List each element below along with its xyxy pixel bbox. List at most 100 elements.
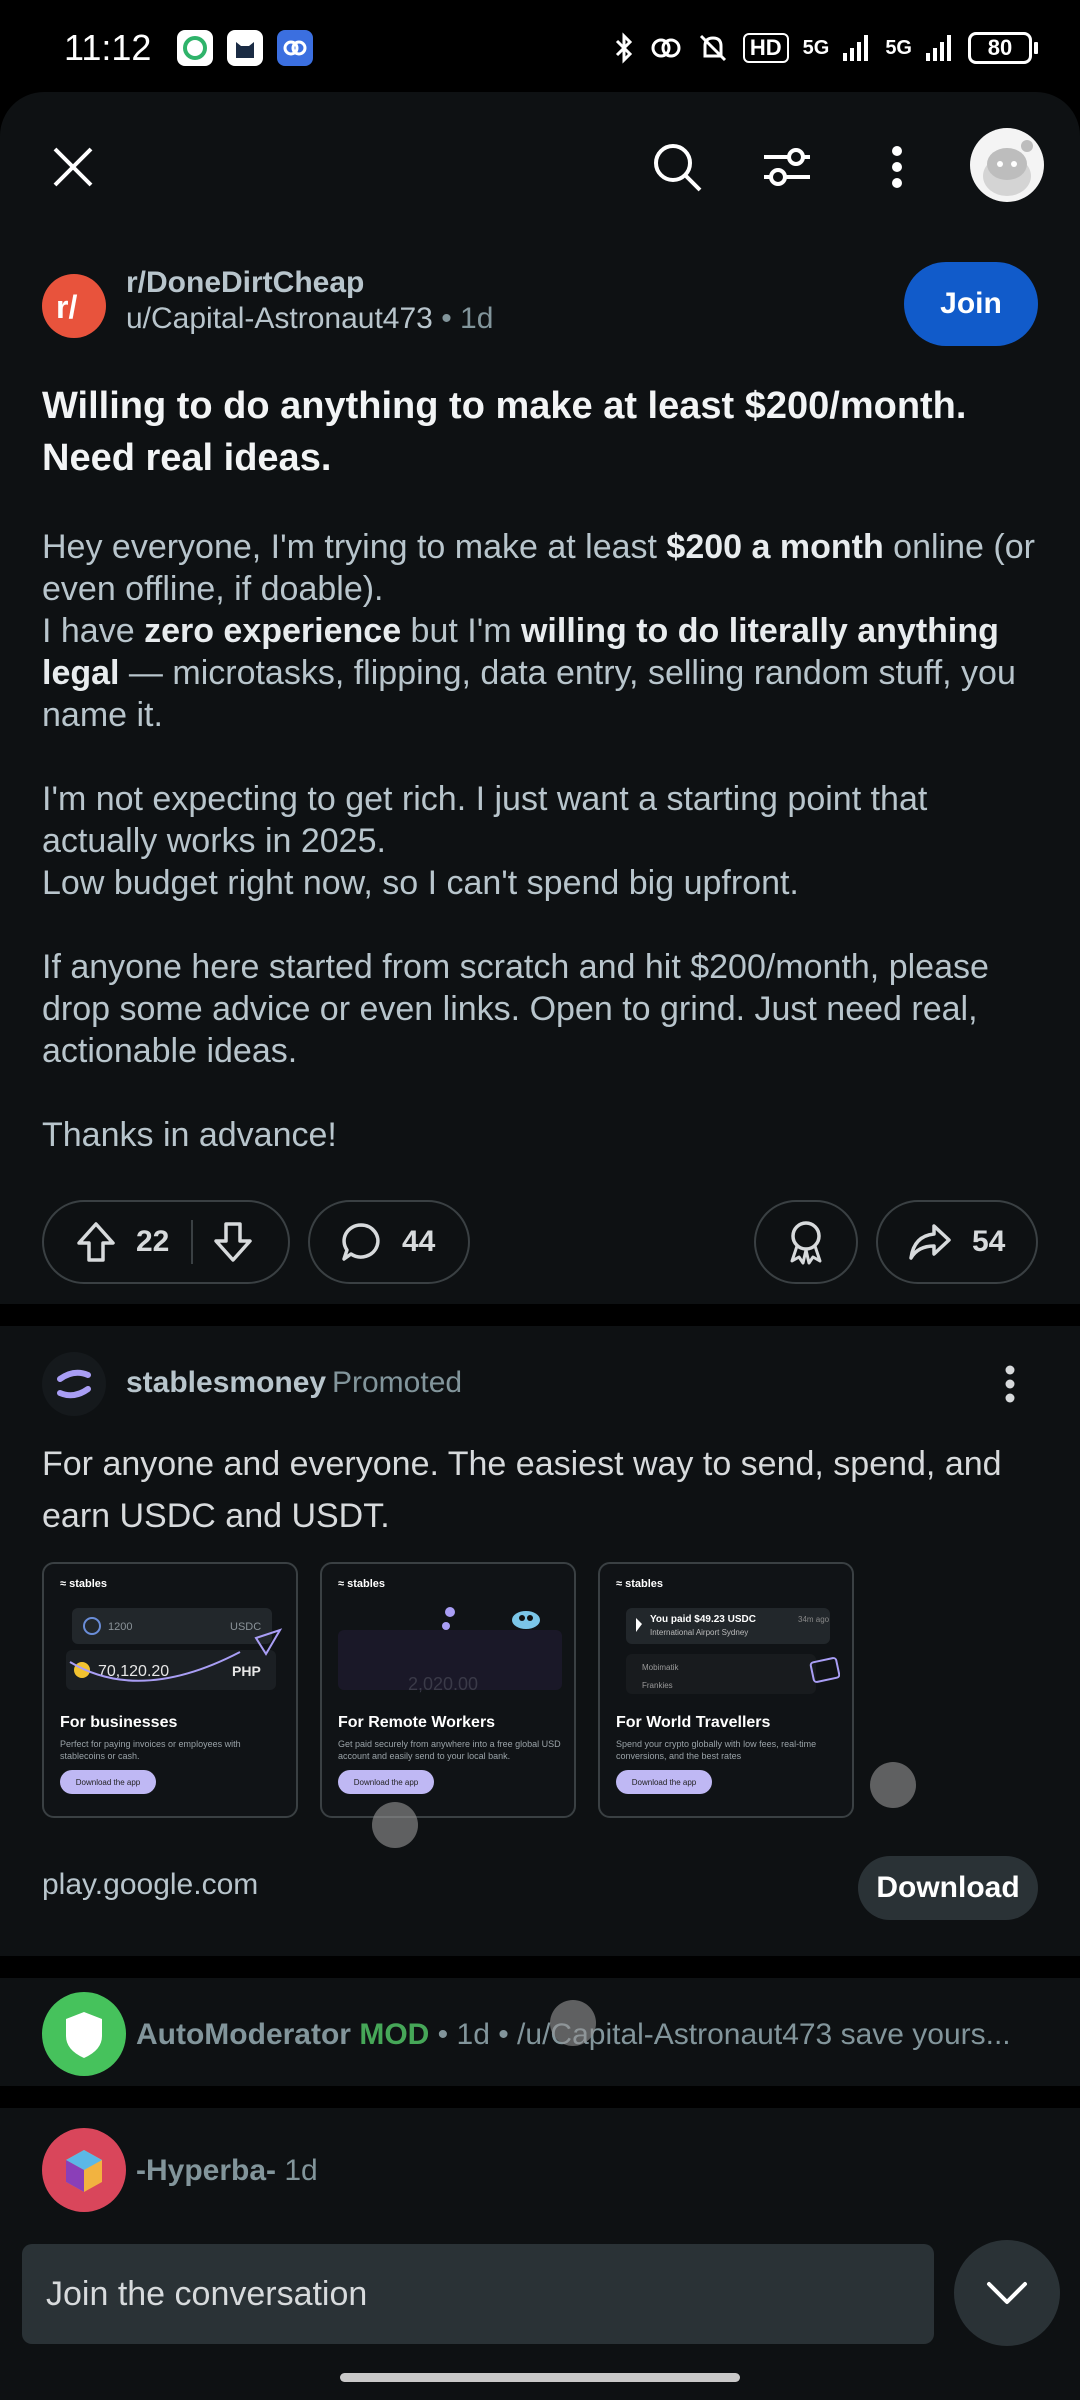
comment-avatar[interactable] <box>42 2128 126 2212</box>
promo-card[interactable]: ≈ stables 1200 USDC 70,120.20 PHP For bu… <box>42 1562 298 1818</box>
card-title: For World Travellers <box>616 1714 771 1731</box>
upvote-count: 22 <box>136 1225 170 1258</box>
promo-card[interactable]: ≈ stables 2,020.00 For Remote Workers Ge… <box>320 1562 576 1818</box>
share-icon <box>909 1224 951 1260</box>
award-button[interactable] <box>754 1200 858 1284</box>
promo-text: For anyone and everyone. The easiest way… <box>42 1445 1002 1535</box>
svg-text:1200: 1200 <box>108 1621 132 1633</box>
svg-text:Mobimatik: Mobimatik <box>642 1663 679 1672</box>
card-brand: ≈ stables <box>616 1578 664 1590</box>
chevron-down-icon <box>987 2282 1027 2304</box>
post-body: Hey everyone, I'm trying to make at leas… <box>42 526 1042 1198</box>
post-header: r/ r/DoneDirtCheap u/Capital-Astronaut47… <box>42 262 1038 354</box>
advertiser-avatar[interactable] <box>42 1352 106 1416</box>
comment-author[interactable]: -Hyperba- <box>136 2154 276 2187</box>
traveller-payment-illustration: You paid $49.23 USDC International Airpo… <box>626 1608 840 1694</box>
close-icon <box>53 147 93 187</box>
comment-item[interactable]: AutoModerator MOD • 1d • /u/Capital-Astr… <box>0 1978 1080 2086</box>
signal-2-icon <box>926 35 951 61</box>
comment-header: -Hyperba- 1d <box>136 2154 318 2188</box>
promo-domain[interactable]: play.google.com <box>42 1868 258 1902</box>
card-description: Perfect for paying invoices or employees… <box>60 1739 241 1761</box>
join-button[interactable]: Join <box>904 262 1038 346</box>
home-indicator[interactable] <box>340 2373 740 2382</box>
comment-composer[interactable]: Join the conversation <box>22 2244 934 2344</box>
card-brand: ≈ stables <box>338 1578 386 1590</box>
touch-indicator <box>870 1762 916 1808</box>
promo-header: stablesmoney Promoted <box>42 1352 1038 1416</box>
post-topbar <box>0 92 1080 242</box>
status-bar: 11:12 HD 5G 5G 80 <box>0 0 1080 96</box>
comment-avatar[interactable] <box>42 1992 126 2076</box>
section-divider <box>0 2086 1080 2108</box>
download-button[interactable]: Download <box>858 1856 1038 1920</box>
card-download-button[interactable]: Download the app <box>616 1770 712 1794</box>
section-divider <box>0 1956 1080 1978</box>
comments-button[interactable]: 44 <box>308 1200 470 1284</box>
filter-button[interactable] <box>752 132 822 202</box>
share-button[interactable]: 54 <box>876 1200 1038 1284</box>
comment-icon <box>342 1223 380 1261</box>
advertiser-name[interactable]: stablesmoney <box>126 1366 326 1400</box>
more-icon <box>1005 1365 1015 1403</box>
post-author[interactable]: u/Capital-Astronaut473 <box>126 302 433 335</box>
downvote-icon[interactable] <box>213 1221 253 1263</box>
status-app-icons <box>177 30 314 66</box>
hd-badge: HD <box>742 33 789 63</box>
comment-author[interactable]: AutoModerator <box>136 2018 351 2051</box>
remote-worker-illustration: 2,020.00 <box>338 1607 562 1694</box>
status-indicators: HD 5G 5G 80 <box>613 32 1038 64</box>
battery-indicator: 80 <box>968 32 1038 64</box>
post-paragraph-1: Hey everyone, I'm trying to make at leas… <box>42 528 1035 734</box>
subreddit-name[interactable]: r/DoneDirtCheap <box>126 266 364 300</box>
card-brand: ≈ stables <box>60 1578 108 1590</box>
svg-text:r/: r/ <box>56 289 77 325</box>
share-count: 54 <box>972 1225 1006 1258</box>
post-sheet: r/ r/DoneDirtCheap u/Capital-Astronaut47… <box>0 92 1080 2400</box>
app-notification-icon <box>177 30 214 66</box>
search-icon <box>654 144 702 192</box>
status-time: 11:12 <box>64 27 152 68</box>
promo-more-button[interactable] <box>980 1352 1040 1416</box>
vote-control: 22 <box>42 1200 290 1284</box>
comment-item[interactable]: -Hyperba- 1d <box>0 2108 1080 2228</box>
card-title: For Remote Workers <box>338 1714 496 1731</box>
signal-1-icon <box>843 35 869 61</box>
svg-text:International Airport Sydney: International Airport Sydney <box>650 1628 748 1637</box>
mute-bell-icon <box>699 34 726 62</box>
search-button[interactable] <box>642 132 712 202</box>
close-button[interactable] <box>38 132 108 202</box>
post-paragraph-4: Thanks in advance! <box>42 1116 337 1154</box>
subreddit-icon[interactable]: r/ <box>42 274 106 338</box>
more-icon <box>892 146 902 188</box>
promo-card[interactable]: ≈ stables You paid $49.23 USDC Internati… <box>598 1562 854 1818</box>
promoted-label: Promoted <box>332 1366 463 1399</box>
card-title: For businesses <box>60 1714 178 1731</box>
award-icon <box>790 1221 822 1265</box>
card-description: Get paid securely from anywhere into a f… <box>338 1739 561 1761</box>
post-action-row: 22 44 54 <box>42 1200 1038 1284</box>
svg-text:Frankies: Frankies <box>642 1681 673 1690</box>
upvote-icon[interactable] <box>76 1221 116 1263</box>
battery-level: 80 <box>968 32 1032 64</box>
more-options-button[interactable] <box>862 132 932 202</box>
link-status-icon <box>651 38 681 58</box>
collapse-button[interactable] <box>954 2240 1060 2346</box>
subreddit-logo-icon: r/ <box>56 289 77 325</box>
user-avatar[interactable] <box>970 128 1044 202</box>
post-paragraph-3: If anyone here started from scratch and … <box>42 948 989 1070</box>
svg-text:34m ago: 34m ago <box>798 1615 830 1624</box>
signal-2-label: 5G <box>885 36 912 59</box>
comment-meta: 1d <box>284 2154 318 2187</box>
link-app-icon <box>277 30 314 66</box>
card-download-button[interactable]: Download the app <box>338 1770 434 1794</box>
snoo-avatar-icon <box>983 140 1033 196</box>
post-age: • 1d <box>441 302 494 335</box>
svg-text:You paid $49.23 USDC: You paid $49.23 USDC <box>650 1614 756 1625</box>
card-download-button[interactable]: Download the app <box>60 1770 156 1794</box>
stables-logo-icon <box>57 1369 91 1399</box>
signal-1-label: 5G <box>802 36 830 59</box>
post-paragraph-2: I'm not expecting to get rich. I just wa… <box>42 780 928 902</box>
comment-meta: • 1d • /u/Capital-Astronaut473 save your… <box>437 2018 1011 2051</box>
touch-indicator <box>372 1802 418 1848</box>
